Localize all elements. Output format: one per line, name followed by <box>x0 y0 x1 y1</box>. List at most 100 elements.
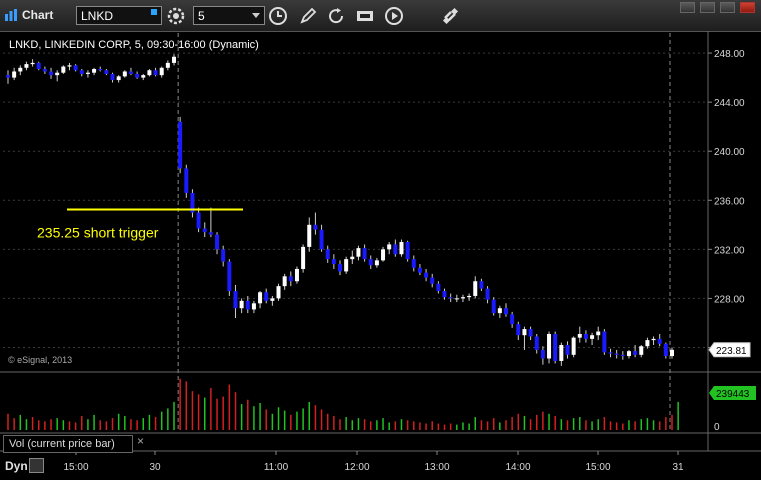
candle-down <box>620 354 625 357</box>
candle-down <box>73 65 78 71</box>
candle-up <box>577 333 582 338</box>
candle-down <box>42 69 47 72</box>
candle-down <box>264 292 269 301</box>
candle-up <box>571 337 576 355</box>
copyright-text: © eSignal, 2013 <box>8 355 72 365</box>
candle-up <box>381 249 386 261</box>
candle-down <box>245 300 250 310</box>
chart-header: LNKD, LINKEDIN CORP, 5, 09:30-16:00 (Dyn… <box>9 39 259 51</box>
lock-icon[interactable] <box>29 458 44 473</box>
candle-up <box>270 298 275 301</box>
maximize-icon[interactable] <box>700 2 715 13</box>
link-icon[interactable] <box>441 6 461 26</box>
candle-up <box>467 295 472 298</box>
interval-select[interactable]: 5 <box>193 6 265 25</box>
candle-down <box>405 241 410 260</box>
candle-down <box>485 288 490 300</box>
candle-up <box>251 303 256 310</box>
candle-down <box>319 229 324 250</box>
candle-down <box>504 308 508 315</box>
volume-zero-label: 0 <box>714 422 720 433</box>
candle-down <box>208 232 213 235</box>
price-chart[interactable]: LNKD, LINKEDIN CORP, 5, 09:30-16:00 (Dyn… <box>0 31 761 480</box>
candle-down <box>448 297 453 299</box>
pencil-icon[interactable] <box>298 6 318 26</box>
candle-up <box>639 346 644 355</box>
x-tick-label: 15:00 <box>585 462 610 473</box>
candle-up <box>374 260 379 266</box>
candle-up <box>55 72 60 76</box>
candle-up <box>473 281 478 296</box>
candle-down <box>215 234 220 250</box>
x-tick-label: 11:00 <box>264 462 289 473</box>
candle-down <box>221 249 226 262</box>
dyn-label: Dyn <box>5 459 28 473</box>
clock-icon[interactable] <box>268 6 288 26</box>
candle-down <box>227 261 232 292</box>
candle-up <box>276 286 281 299</box>
candle-down <box>6 75 10 78</box>
candle-down <box>110 73 115 81</box>
candle-up <box>24 64 29 68</box>
candle-down <box>338 264 342 272</box>
x-tick-label: 14:00 <box>505 462 530 473</box>
restore-icon[interactable] <box>720 2 735 13</box>
candle-down <box>36 62 41 70</box>
candle-down <box>540 349 545 359</box>
candle-down <box>288 276 293 282</box>
candle-down <box>565 345 570 355</box>
candle-up <box>399 241 404 255</box>
candle-down <box>135 73 140 78</box>
window-title: Chart <box>22 8 54 22</box>
candle-down <box>325 249 330 260</box>
candle-down <box>128 71 133 74</box>
go-icon[interactable] <box>355 6 375 26</box>
settings-icon[interactable] <box>166 6 186 26</box>
candle-down <box>178 121 183 169</box>
refresh-icon[interactable] <box>326 6 346 26</box>
candle-up <box>159 67 164 76</box>
candle-up <box>61 66 66 73</box>
candle-up <box>350 256 355 260</box>
candle-down <box>553 333 558 361</box>
candle-down <box>663 343 668 357</box>
candle-up <box>122 71 127 77</box>
x-tick-label: 15:00 <box>63 462 88 473</box>
symbol-input[interactable]: LNKD <box>76 6 162 25</box>
candle-down <box>479 281 484 289</box>
candle-up <box>141 75 146 78</box>
y-tick-label: 248.00 <box>714 49 745 60</box>
candle-down <box>79 70 84 74</box>
candle-down <box>417 267 422 273</box>
x-tick-label: 12:00 <box>344 462 369 473</box>
last-price-label: 223.81 <box>716 346 747 357</box>
candle-up <box>522 329 527 336</box>
y-tick-label: 244.00 <box>714 98 745 109</box>
volume-panel-label-text: Vol (current price bar) <box>9 438 115 450</box>
x-tick-label: 31 <box>672 462 684 473</box>
candle-up <box>670 349 674 357</box>
candle-up <box>596 331 601 336</box>
close-icon[interactable] <box>740 2 755 13</box>
chart-icon <box>5 9 17 21</box>
time-axis: 15:00 30 11:00 12:00 13:00 14:00 15:00 31 <box>63 451 684 473</box>
candle-up <box>116 76 121 81</box>
candle-up <box>547 333 552 359</box>
play-icon[interactable] <box>384 6 404 26</box>
candle-up <box>172 56 176 63</box>
candle-down <box>424 272 429 278</box>
candle-up <box>626 351 631 357</box>
candle-down <box>393 244 398 255</box>
candle-up <box>294 268 299 282</box>
candle-up <box>85 72 90 74</box>
candle-down <box>633 351 638 355</box>
candle-up <box>559 345 564 361</box>
minimize-icon[interactable] <box>680 2 695 13</box>
last-price-marker: 223.81 <box>708 342 751 358</box>
close-icon[interactable]: × <box>137 434 144 448</box>
candle-up <box>590 335 595 339</box>
candle-down <box>196 212 201 229</box>
y-tick-label: 240.00 <box>714 147 745 158</box>
candle-down <box>602 331 607 353</box>
interval-value: 5 <box>198 9 205 23</box>
